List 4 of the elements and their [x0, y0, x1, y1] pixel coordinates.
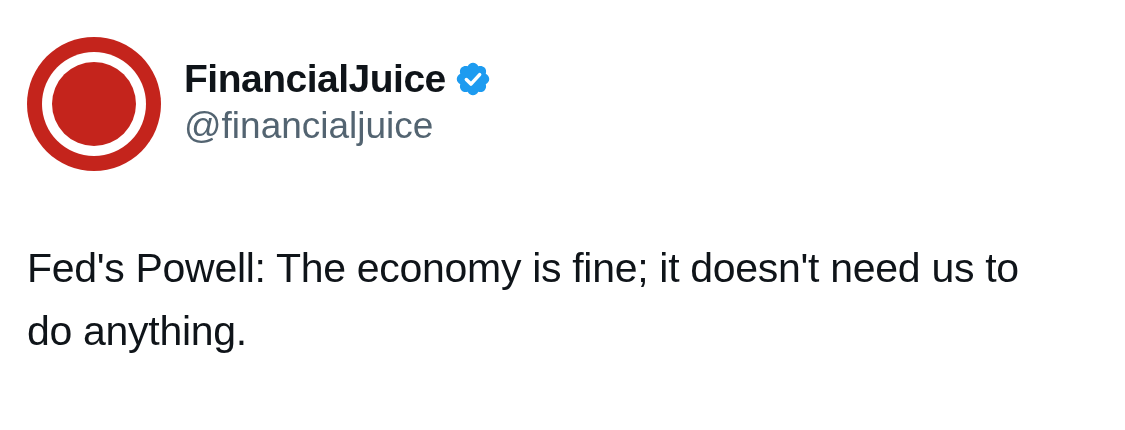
author-handle[interactable]: @financialjuice: [184, 105, 492, 147]
post-text: Fed's Powell: The economy is fine; it doesn't need us to do anything.: [27, 244, 1020, 356]
author-name[interactable]: FinancialJuice: [184, 57, 446, 101]
avatar[interactable]: [27, 37, 161, 171]
